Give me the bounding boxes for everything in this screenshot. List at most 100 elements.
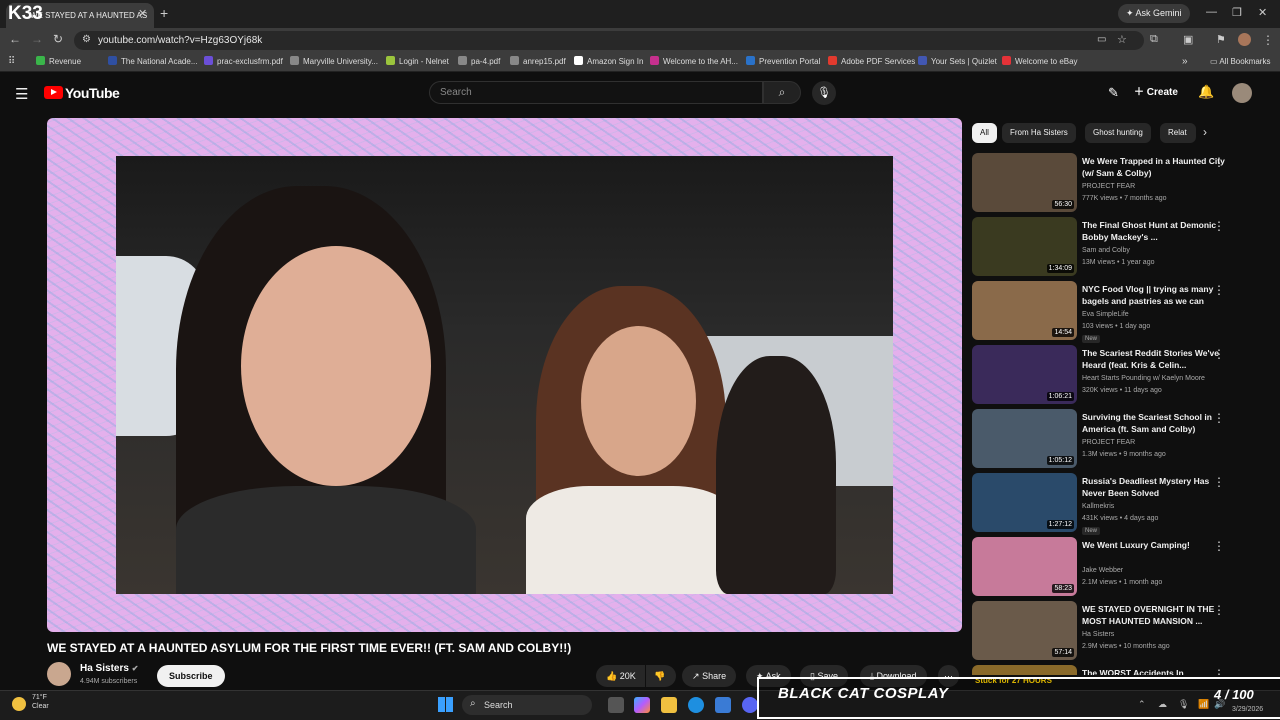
bookmark-item[interactable]: prac-exclusfrm.pdf bbox=[204, 55, 283, 69]
bookmark-label: The National Acade... bbox=[121, 57, 198, 66]
back-icon[interactable]: ← bbox=[9, 32, 21, 46]
recommendation-item[interactable]: 1:34:09 The Final Ghost Hunt at Demonic B… bbox=[972, 217, 1272, 277]
create-button[interactable]: ＋ Create bbox=[1134, 85, 1178, 101]
bookmark-item[interactable]: Adobe PDF Services bbox=[828, 55, 915, 69]
recommendation-thumbnail[interactable] bbox=[972, 665, 1077, 675]
more-options-icon[interactable]: ⋮ bbox=[1213, 603, 1225, 617]
menu-hamburger-icon[interactable]: ☰ bbox=[15, 85, 28, 103]
dislike-button[interactable]: 👎 bbox=[646, 665, 676, 687]
bookmark-item[interactable]: anrep15.pdf bbox=[510, 55, 566, 69]
recommendation-thumbnail[interactable]: 57:14 bbox=[972, 601, 1077, 660]
bookmark-favicon-icon bbox=[290, 56, 299, 65]
recommendation-item[interactable]: 1:27:12 Russia's Deadliest Mystery Has Ne… bbox=[972, 473, 1272, 535]
bookmarks-overflow-icon[interactable]: » bbox=[1182, 55, 1188, 69]
minimize-icon[interactable]: — bbox=[1206, 6, 1217, 18]
recommendation-channel: Ha Sisters bbox=[1082, 631, 1115, 638]
account-avatar[interactable] bbox=[1232, 83, 1252, 103]
file-explorer-icon[interactable] bbox=[661, 697, 677, 713]
chip-ghost-hunting[interactable]: Ghost hunting bbox=[1085, 123, 1151, 143]
chip-related[interactable]: Relat bbox=[1160, 123, 1196, 143]
bookmark-item[interactable]: The National Acade... bbox=[108, 55, 198, 69]
more-options-icon[interactable]: ⋮ bbox=[1213, 411, 1225, 425]
subscribe-button[interactable]: Subscribe bbox=[157, 665, 225, 687]
chips-next-icon[interactable]: › bbox=[1203, 125, 1207, 139]
more-options-icon[interactable]: ⋮ bbox=[1213, 667, 1225, 675]
recommendation-item[interactable]: The WORST Accidents In ⋮ bbox=[972, 665, 1272, 675]
recommendation-thumbnail[interactable]: 1:34:09 bbox=[972, 217, 1077, 276]
share-button[interactable]: ↗ Share bbox=[682, 665, 737, 687]
chip-all[interactable]: All bbox=[972, 123, 997, 143]
copilot-icon[interactable] bbox=[634, 697, 650, 713]
recommendation-thumbnail[interactable]: 14:54 bbox=[972, 281, 1077, 340]
bookmark-item[interactable]: Prevention Portal bbox=[746, 55, 820, 69]
bookmark-star-icon[interactable]: ☆ bbox=[1117, 33, 1127, 46]
site-info-icon[interactable]: ⚙ bbox=[82, 34, 91, 45]
chip-from-channel[interactable]: From Ha Sisters bbox=[1002, 123, 1076, 143]
search-button[interactable]: ⌕ bbox=[763, 81, 801, 104]
like-count: 20K bbox=[619, 671, 636, 681]
bookmark-item[interactable]: Login - Nelnet bbox=[386, 55, 449, 69]
search-input[interactable]: Search bbox=[429, 81, 763, 104]
bookmark-item[interactable]: Revenue bbox=[36, 55, 81, 69]
recommendation-item[interactable]: 56:30 We Were Trapped in a Haunted City (… bbox=[972, 153, 1272, 213]
ask-gemini-label: Ask Gemini bbox=[1135, 8, 1182, 18]
apps-grid-icon[interactable]: ⠿ bbox=[8, 56, 15, 67]
install-icon[interactable]: ▭ bbox=[1097, 34, 1106, 45]
youtube-logo-text[interactable]: YouTube bbox=[65, 85, 120, 101]
recommendation-item[interactable]: 58:23 We Went Luxury Camping! Jake Webber 2… bbox=[972, 537, 1272, 597]
forward-icon[interactable]: → bbox=[31, 32, 43, 46]
more-options-icon[interactable]: ⋮ bbox=[1213, 539, 1225, 553]
windows-start-icon[interactable] bbox=[438, 697, 453, 712]
reload-icon[interactable]: ↻ bbox=[53, 32, 63, 46]
channel-name[interactable]: Ha Sisters ✔ bbox=[80, 663, 138, 674]
store-icon[interactable] bbox=[715, 697, 731, 713]
taskbar-search[interactable]: Search bbox=[462, 695, 592, 715]
more-options-icon[interactable]: ⋮ bbox=[1213, 475, 1225, 489]
recommendation-thumbnail[interactable]: 1:06:21 bbox=[972, 345, 1077, 404]
bookmark-item[interactable]: pa-4.pdf bbox=[458, 55, 500, 69]
bookmark-item[interactable]: Maryville University... bbox=[290, 55, 378, 69]
sidepanel-icon[interactable]: ▣ bbox=[1183, 33, 1193, 46]
more-options-icon[interactable]: ⋮ bbox=[1213, 283, 1225, 297]
recommendation-thumbnail[interactable]: 1:27:12 bbox=[972, 473, 1077, 532]
youtube-logo-icon[interactable] bbox=[44, 86, 63, 99]
task-view-icon[interactable] bbox=[608, 697, 624, 713]
bookmark-favicon-icon bbox=[386, 56, 395, 65]
recommendation-item[interactable]: 14:54 NYC Food Vlog || trying as many bag… bbox=[972, 281, 1272, 343]
bookmark-item[interactable]: Welcome to the AH... bbox=[650, 55, 738, 69]
bookmark-item[interactable]: Amazon Sign In bbox=[574, 55, 643, 69]
more-options-icon[interactable]: ⋮ bbox=[1213, 347, 1225, 361]
tab-close-icon[interactable]: ✕ bbox=[138, 7, 147, 20]
menu-dots-icon[interactable]: ⋮ bbox=[1262, 33, 1274, 47]
like-button[interactable]: 👍 20K bbox=[596, 665, 645, 687]
bookmark-item[interactable]: Welcome to eBay bbox=[1002, 55, 1078, 69]
weather-widget[interactable]: 71°F Clear bbox=[8, 693, 49, 711]
recommendation-thumbnail[interactable]: 1:05:12 bbox=[972, 409, 1077, 468]
voice-search-icon[interactable]: 🎙 bbox=[812, 81, 836, 105]
url-bar[interactable]: youtube.com/watch?v=Hzg63OYj68k bbox=[74, 31, 1144, 50]
ai-icon[interactable]: ✎ bbox=[1108, 85, 1119, 101]
edge-icon[interactable] bbox=[688, 697, 704, 713]
new-tab-icon[interactable]: + bbox=[160, 5, 168, 21]
recommendation-thumbnail[interactable]: 58:23 bbox=[972, 537, 1077, 596]
recommendation-item[interactable]: 1:06:21 The Scariest Reddit Stories We've… bbox=[972, 345, 1272, 405]
more-options-icon[interactable]: ⋮ bbox=[1213, 155, 1225, 169]
more-options-icon[interactable]: ⋮ bbox=[1213, 219, 1225, 233]
extensions-icon[interactable]: ⧉ bbox=[1150, 33, 1158, 46]
all-bookmarks[interactable]: ▭ All Bookmarks bbox=[1210, 55, 1270, 69]
tools-icon[interactable]: ⚑ bbox=[1216, 33, 1226, 46]
channel-avatar[interactable] bbox=[47, 662, 71, 686]
discord-icon[interactable] bbox=[742, 697, 758, 713]
profile-avatar[interactable] bbox=[1238, 33, 1251, 46]
maximize-icon[interactable]: ❐ bbox=[1232, 6, 1242, 19]
notifications-bell-icon[interactable]: 🔔 bbox=[1198, 84, 1214, 100]
ask-gemini-button[interactable]: ✦ Ask Gemini bbox=[1118, 4, 1190, 23]
window-close-icon[interactable]: ✕ bbox=[1258, 6, 1267, 19]
video-frame[interactable] bbox=[116, 156, 893, 594]
recommendation-thumbnail[interactable]: 56:30 bbox=[972, 153, 1077, 212]
bookmark-label: Welcome to the AH... bbox=[663, 57, 738, 66]
person-middle-face bbox=[581, 326, 696, 476]
recommendation-item[interactable]: 1:05:12 Surviving the Scariest School in … bbox=[972, 409, 1272, 469]
bookmark-item[interactable]: Your Sets | Quizlet bbox=[918, 55, 997, 69]
recommendation-item[interactable]: 57:14 WE STAYED OVERNIGHT IN THE MOST HAU… bbox=[972, 601, 1272, 661]
